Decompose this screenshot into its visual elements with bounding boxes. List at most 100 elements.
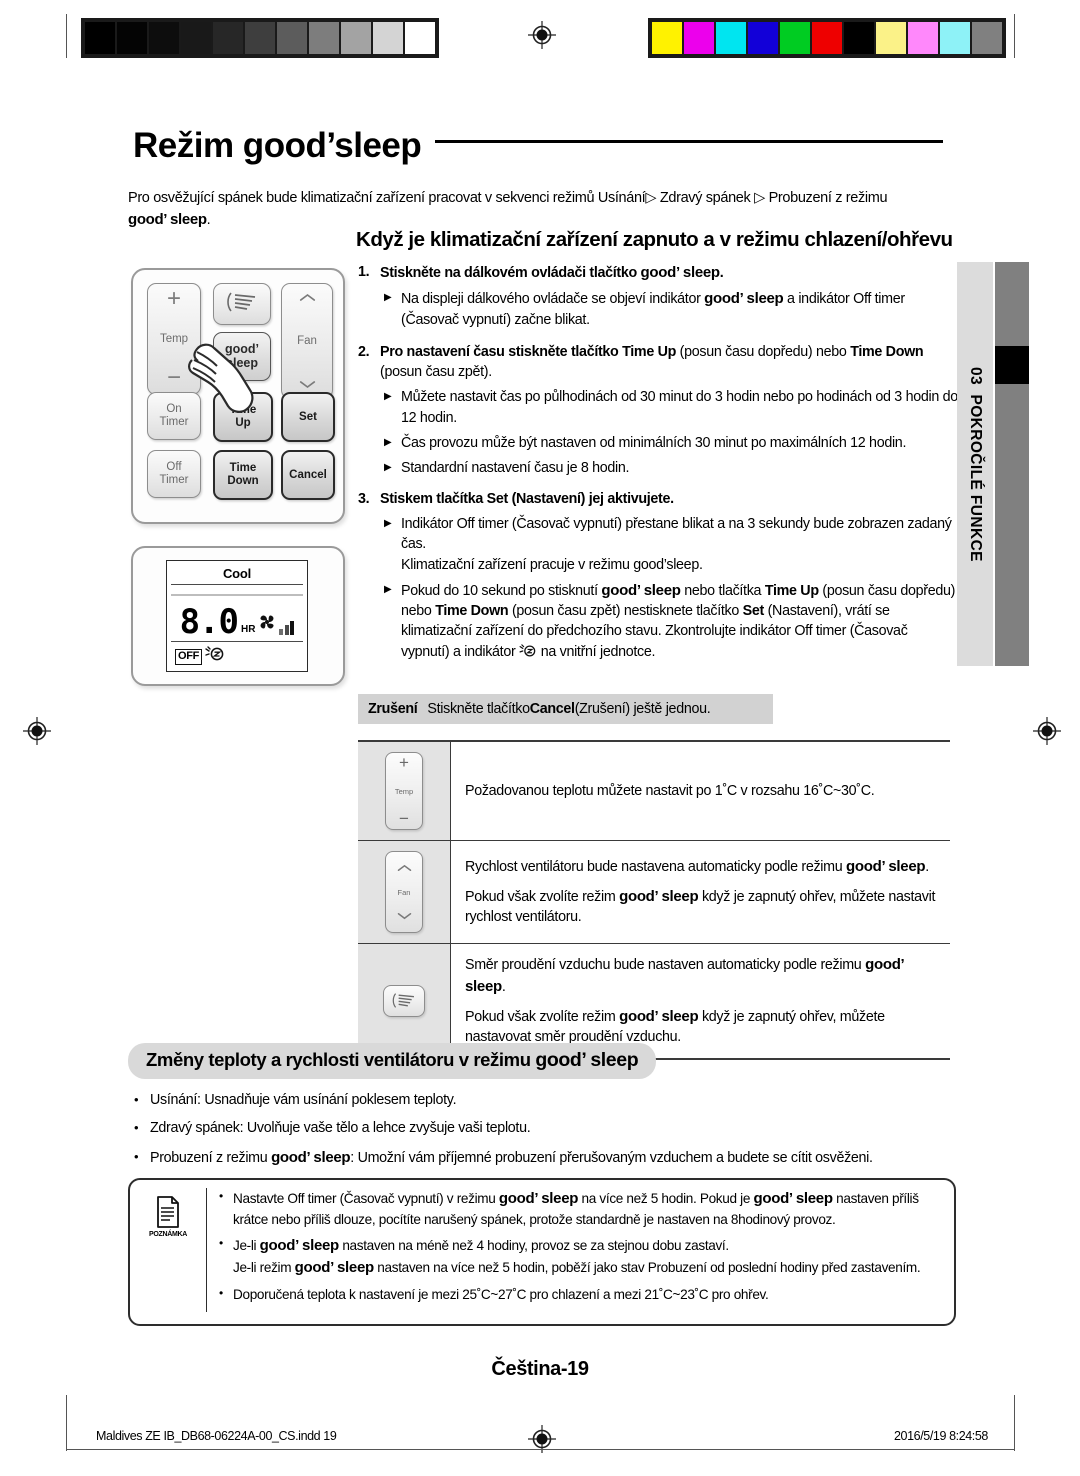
cancel-bar-label: Zrušení [368, 701, 418, 717]
footer-rule [66, 1449, 1015, 1450]
remote-on-timer-button: On Timer [147, 392, 201, 440]
step-bold-1: Time Up [622, 343, 677, 360]
triangle-bullet-icon: ▶ [384, 292, 392, 304]
goodsleep-indicator-icon [205, 646, 225, 667]
time-down-label-line1: Time [229, 462, 257, 475]
sub-bold-2: Time Down [435, 603, 509, 620]
chevron-down-icon [299, 380, 316, 389]
footer-timestamp: 2016/5/19 8:24:58 [894, 1429, 988, 1443]
goodsleep-term: good’ sleep [535, 1049, 639, 1071]
goodsleep-term: good’ sleep [601, 581, 681, 599]
note-list-item: • Je-li good’ sleep nastaven na méně než… [219, 1235, 942, 1279]
line-pre: Pokud však zvolíte režim [465, 1008, 620, 1025]
step-text-pre: Stiskněte na dálkovém ovládači tlačítko [380, 265, 641, 281]
sub-mid-3: (posun času zpět) nestisknete tlačítko [508, 603, 743, 620]
triangle-bullet-icon: ▶ [384, 517, 392, 529]
sub-bullet-text: Indikátor Off timer (Časovač vypnutí) př… [401, 515, 952, 573]
remote-display-illustration: Cool 8.0 HR OFF [131, 546, 345, 686]
sub-bullet: ▶ Čas provozu může být nastaven od minim… [384, 433, 958, 453]
table-text-line: Požadovanou teplotu můžete nastavit po 1… [465, 782, 875, 799]
chapter-number: 03 [967, 366, 984, 385]
bullet-dot-icon: • [134, 1092, 139, 1107]
goodsleep-term: good’ sleep [640, 264, 721, 281]
intro-goodsleep-term: good’ sleep [128, 211, 207, 229]
chevron-up-icon [397, 859, 412, 877]
note-extra-post: nastaven na více než 5 hodin, poběží jak… [373, 1260, 921, 1276]
sub-bullet: ▶ Pokud do 10 sekund po stisknutí good’ … [384, 580, 958, 662]
table-row: + Temp − Požadovanou teplotu můžete nast… [358, 742, 950, 841]
step-text-pre: Pro nastavení času stiskněte tlačítko [380, 343, 623, 360]
minus-icon: − [166, 364, 181, 392]
minus-icon: − [399, 808, 409, 828]
time-up-label-line2: Up [235, 417, 251, 429]
plus-icon: + [399, 753, 409, 772]
sub-bullet: ▶ Indikátor Off timer (Časovač vypnutí) … [384, 514, 958, 575]
title-rule [435, 140, 943, 143]
step-item: 3. Stiskem tlačítka Set (Nastavení) jej … [358, 489, 958, 509]
fan-speed-bars-icon [279, 620, 295, 638]
step-text: Stiskněte na dálkovém ovládači tlačítko … [380, 262, 958, 283]
off-timer-label-line2: Timer [159, 474, 189, 486]
crop-mark-bottom-left [66, 1395, 67, 1451]
sub-bold-1: Time Up [764, 582, 819, 599]
triangle-bullet-icon: ▶ [384, 583, 392, 595]
cancel-bar-pre: Stiskněte tlačítko [427, 701, 530, 717]
set-label: Set [299, 410, 317, 423]
step-item: 1. Stiskněte na dálkovém ovládači tlačít… [358, 262, 958, 283]
on-timer-label-line2: Timer [159, 416, 189, 428]
intro-text-mid: Zdravý spánek [656, 190, 755, 206]
remote-control-illustration: + Temp − Fan good’ sleep On Timer Time U… [131, 268, 345, 524]
note-text: Doporučená teplota k nastavení je mezi 2… [233, 1286, 769, 1302]
fan-label: Fan [397, 887, 411, 897]
line-post: . [925, 858, 929, 875]
sub-bullet: ▶ Na displeji dálkového ovládače se obje… [384, 288, 958, 330]
feature-bullet-list: • Usínání: Usnadňuje vám usínání poklese… [134, 1090, 959, 1176]
step-number: 1. [358, 264, 370, 280]
note-text: Nastavte Off timer (Časovač vypnutí) v r… [233, 1188, 942, 1230]
lcd-timer-unit: HR [240, 623, 256, 635]
cancel-instruction-bar: Zrušení Stiskněte tlačítko Cancel (Zrušen… [358, 694, 773, 724]
bullet-post: : Umožní vám příjemné probuzení přerušov… [350, 1149, 873, 1166]
triangle-bullet-icon: ▶ [384, 462, 392, 474]
line-post: . [501, 978, 506, 995]
note-mid: na více než 5 hodin. Pokud je [578, 1191, 754, 1206]
off-timer-label-line1: Off [166, 461, 182, 474]
goodsleep-term: good’ sleep [271, 1148, 351, 1166]
section-heading-pill: Změny teploty a rychlosti ventilátoru v … [128, 1043, 657, 1079]
bullet-pre: Probuzení z režimu [150, 1149, 272, 1166]
step-text-post: . [719, 265, 724, 281]
intro-text-2: Probuzení z režimu [764, 190, 888, 206]
note-post: nastaven na méně než 4 hodiny, provoz se… [338, 1238, 729, 1254]
sub-bullet-text: Můžete nastavit čas po půlhodinách od 30… [401, 389, 958, 426]
lcd-divider-1 [171, 584, 303, 586]
line-pre: Pokud však zvolíte režim [465, 888, 620, 905]
goodsleep-term: good’ sleep [619, 1007, 699, 1025]
step-bold-2: Time Down [850, 343, 924, 360]
note-text: Je-li good’ sleep nastaven na méně než 4… [233, 1235, 921, 1279]
goodsleep-label-line1: good’ [224, 342, 259, 357]
table-cell-icon [358, 944, 451, 1058]
remote-swing-button [213, 283, 271, 325]
note-extra-pre: Je-li režim [233, 1260, 295, 1276]
plus-icon: + [166, 285, 181, 312]
cancel-bar-post: (Zrušení) ještě jednou. [574, 701, 711, 717]
intro-paragraph: Pro osvěžující spánek bude klimatizační … [128, 188, 958, 231]
remote-fan-button: Fan [281, 283, 333, 399]
table-cell-text: Směr proudění vzduchu bude nastaven auto… [451, 944, 950, 1058]
goodsleep-term: good’ sleep [619, 887, 699, 905]
line-pre: Rychlost ventilátoru bude nastavena auto… [465, 858, 847, 875]
chevron-up-icon [299, 293, 316, 302]
remote-time-down-button: Time Down [213, 450, 273, 500]
sub-bullet: ▶ Standardní nastavení času je 8 hodin. [384, 458, 958, 478]
intro-arrow-2: ▷ [754, 190, 765, 206]
bullet-text: Zdravý spánek: Uvolňuje vaše tělo a lehc… [150, 1120, 531, 1137]
goodsleep-term: good’ sleep [704, 290, 784, 308]
sub-bold-3: Set [742, 603, 765, 620]
fan-blade-icon [258, 613, 276, 638]
note-icon-label: POZNÁMKA [148, 1231, 188, 1238]
sub-bullet: ▶ Můžete nastavit čas po půlhodinách od … [384, 387, 958, 428]
manual-page: Režim good’sleep Pro osvěžující spánek b… [0, 0, 1080, 1476]
bullet-dot-icon: • [219, 1285, 223, 1300]
sub-bullet-text: Čas provozu může být nastaven od minimál… [401, 435, 907, 452]
table-row: Směr proudění vzduchu bude nastaven auto… [358, 944, 950, 1058]
